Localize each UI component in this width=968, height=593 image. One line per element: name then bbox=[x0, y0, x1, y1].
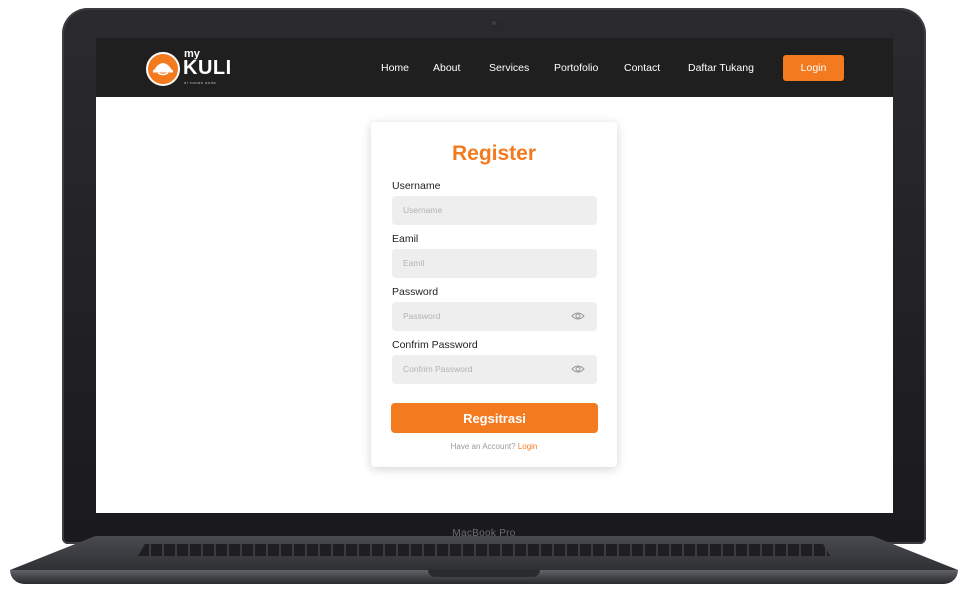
register-submit-button[interactable]: Regsitrasi bbox=[391, 403, 598, 433]
logo[interactable]: my KULI di rumah anda bbox=[146, 48, 256, 87]
logo-brand: KULI bbox=[183, 57, 232, 79]
login-link[interactable]: Login bbox=[518, 442, 538, 451]
logo-tagline: di rumah anda bbox=[184, 80, 217, 85]
camera-dot bbox=[491, 20, 497, 26]
email-placeholder: Eamil bbox=[403, 258, 425, 268]
eye-icon[interactable] bbox=[571, 364, 585, 374]
username-label: Username bbox=[392, 180, 441, 192]
password-label: Password bbox=[392, 286, 439, 298]
confirm-password-label: Confrim Password bbox=[392, 339, 478, 351]
nav-portofolio[interactable]: Portofolio bbox=[554, 62, 598, 74]
register-title: Register bbox=[451, 142, 537, 165]
browser-screen: my KULI di rumah anda Home About Service… bbox=[96, 38, 893, 513]
keyboard bbox=[138, 544, 830, 556]
nav-daftar-tukang[interactable]: Daftar Tukang bbox=[688, 62, 754, 74]
logo-helmet-icon bbox=[146, 52, 180, 86]
confirm-password-field[interactable]: Confrim Password bbox=[392, 355, 597, 384]
login-prompt-text: Have an Account? bbox=[450, 442, 516, 451]
navbar: my KULI di rumah anda Home About Service… bbox=[96, 38, 893, 97]
trackpad-notch bbox=[428, 570, 540, 577]
nav-about[interactable]: About bbox=[433, 62, 460, 74]
email-field[interactable]: Eamil bbox=[392, 249, 597, 278]
login-button[interactable]: Login bbox=[783, 55, 844, 81]
laptop-base bbox=[10, 536, 958, 588]
password-field[interactable]: Password bbox=[392, 302, 597, 331]
nav-home[interactable]: Home bbox=[381, 62, 409, 74]
username-placeholder: Username bbox=[403, 205, 443, 215]
username-field[interactable]: Username bbox=[392, 196, 597, 225]
nav-services[interactable]: Services bbox=[489, 62, 529, 74]
email-label: Eamil bbox=[392, 233, 419, 245]
register-card: Register Username Username Eamil Eamil P… bbox=[371, 122, 617, 467]
password-placeholder: Password bbox=[403, 311, 441, 321]
nav-contact[interactable]: Contact bbox=[624, 62, 660, 74]
login-prompt: Have an Account? Login bbox=[371, 442, 617, 451]
confirm-password-placeholder: Confrim Password bbox=[403, 364, 473, 374]
eye-icon[interactable] bbox=[571, 311, 585, 321]
